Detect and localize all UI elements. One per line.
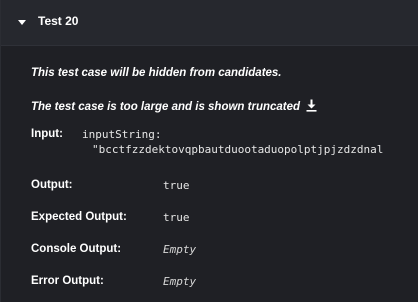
input-value: "bcctfzzdektovqpbautduootaduopolptjpjzdz…	[92, 143, 384, 156]
truncated-note-text: The test case is too large and is shown …	[31, 101, 301, 113]
input-label: Input:	[31, 128, 63, 140]
truncated-note: The test case is too large and is shown …	[31, 99, 317, 113]
test-case-panel: Test 20 This test case will be hidden fr…	[0, 0, 418, 302]
error-output-value: Empty	[163, 275, 197, 288]
test-case-title: Test 20	[38, 14, 79, 28]
expected-output-value: true	[163, 211, 190, 224]
hidden-note: This test case will be hidden from candi…	[31, 67, 282, 79]
error-output-label: Error Output:	[31, 275, 104, 287]
download-icon[interactable]	[306, 99, 317, 112]
hidden-note-text: This test case will be hidden from candi…	[31, 67, 282, 79]
output-label: Output:	[31, 179, 73, 191]
expected-output-label: Expected Output:	[31, 211, 127, 223]
output-value: true	[163, 179, 190, 192]
console-output-label: Console Output:	[31, 243, 122, 255]
chevron-down-icon[interactable]	[17, 17, 27, 27]
console-output-value: Empty	[163, 243, 197, 256]
input-param-name: inputString:	[82, 128, 162, 141]
test-case-header[interactable]: Test 20	[1, 0, 418, 46]
